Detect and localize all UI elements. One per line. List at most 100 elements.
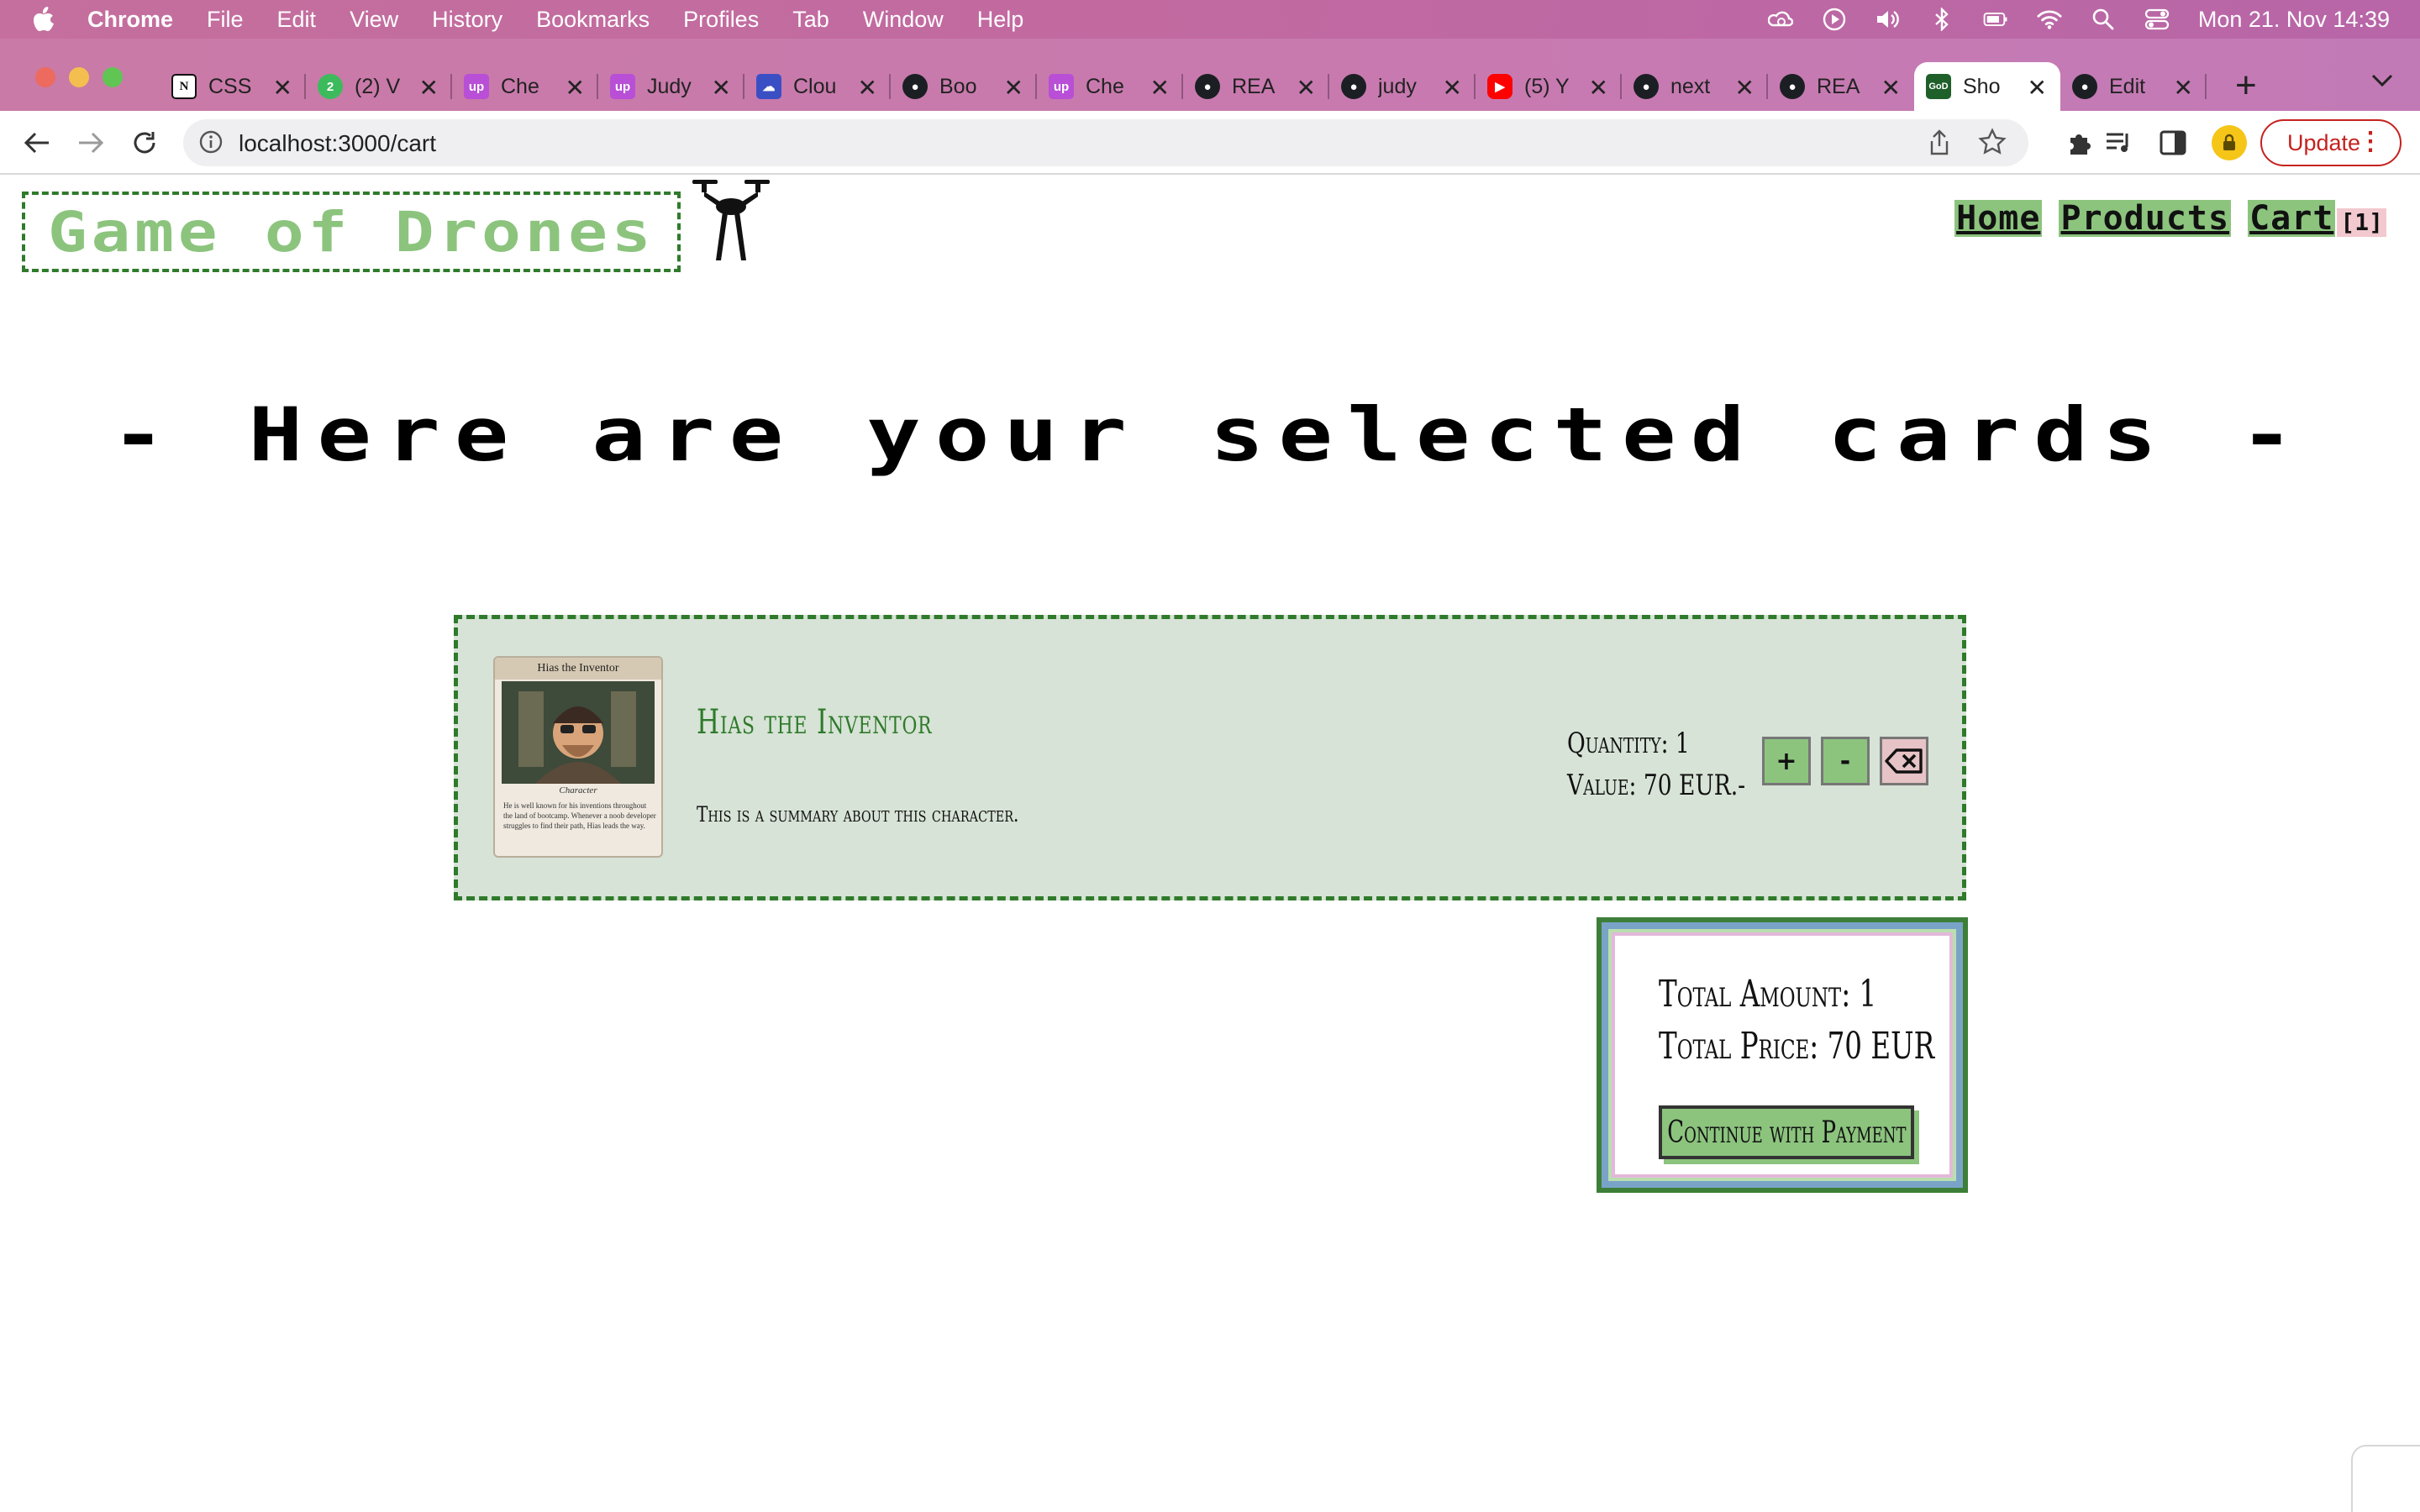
browser-tab[interactable]: up Judy ✕ (598, 62, 744, 111)
card-thumbnail-type: Character (559, 785, 597, 795)
new-tab-plus-icon[interactable]: + (2235, 67, 2257, 104)
page-title-text: - Here are your selected cards - (111, 391, 2309, 478)
side-panel-icon[interactable] (2158, 128, 2188, 158)
update-button-label: Update (2287, 129, 2361, 155)
status-area: Mon 21. Nov 14:39 (1739, 0, 2390, 39)
remove-item-button[interactable] (1880, 737, 1928, 785)
back-arrow-icon[interactable] (20, 126, 54, 160)
tab-close-icon[interactable]: ✕ (2174, 74, 2193, 102)
decrease-quantity-button[interactable]: - (1821, 737, 1870, 785)
cloud-icon: ☁ (756, 74, 781, 99)
menu-view[interactable]: View (350, 7, 398, 33)
tab-title: next (1670, 74, 1711, 98)
increase-quantity-button[interactable]: + (1762, 737, 1811, 785)
card-quantity: Quantity: 1 (1567, 727, 1690, 760)
menu-tab[interactable]: Tab (792, 7, 829, 33)
window-minimize-button[interactable] (69, 67, 89, 87)
menu-clock[interactable]: Mon 21. Nov 14:39 (2198, 7, 2390, 33)
menu-history[interactable]: History (432, 7, 502, 33)
nav-products-link[interactable]: Products (2059, 200, 2232, 237)
tab-close-icon[interactable]: ✕ (1735, 74, 1754, 102)
browser-tab[interactable]: ● Boo ✕ (891, 62, 1037, 111)
upwork-icon: up (464, 74, 489, 99)
browser-tab[interactable]: ● REA ✕ (1768, 62, 1914, 111)
browser-tab[interactable]: up Che ✕ (1037, 62, 1183, 111)
address-bar[interactable]: localhost:3000/cart (183, 119, 2028, 166)
tab-title: REA (1817, 74, 1860, 98)
tab-close-icon[interactable]: ✕ (1881, 74, 1901, 102)
browser-tab[interactable]: ● Edit ✕ (2060, 62, 2207, 111)
browser-toolbar: localhost:3000/cart Update ⋮ (0, 111, 2420, 175)
kebab-menu-icon[interactable]: ⋮ (2358, 129, 2383, 155)
tab-title: Che (501, 74, 539, 98)
cart-count-badge[interactable]: [1] (2337, 208, 2386, 237)
tab-close-icon[interactable]: ✕ (2028, 74, 2047, 102)
tab-close-icon[interactable]: ✕ (1004, 74, 1023, 102)
corner-widget[interactable] (2351, 1445, 2420, 1512)
browser-tab[interactable]: 2 (2) V ✕ (306, 62, 452, 111)
tab-close-icon[interactable]: ✕ (858, 74, 877, 102)
nav-cart-link[interactable]: Cart (2248, 200, 2336, 237)
window-close-button[interactable] (35, 67, 55, 87)
browser-tab[interactable]: ▶ (5) Y ✕ (1476, 62, 1622, 111)
browser-tab[interactable]: ● next ✕ (1622, 62, 1768, 111)
extensions-puzzle-icon[interactable] (2064, 128, 2094, 158)
site-info-icon[interactable] (198, 129, 225, 156)
tab-close-icon[interactable]: ✕ (712, 74, 731, 102)
menu-bookmarks[interactable]: Bookmarks (536, 7, 650, 33)
play-icon[interactable] (1822, 7, 1847, 32)
bluetooth-icon[interactable] (1929, 7, 1954, 32)
battery-icon[interactable] (1983, 7, 2008, 32)
menu-window[interactable]: Window (863, 7, 944, 33)
window-zoom-button[interactable] (103, 67, 123, 87)
spotlight-search-icon[interactable] (2091, 7, 2116, 32)
reload-icon[interactable] (128, 126, 161, 160)
browser-tab[interactable]: ☁ Clou ✕ (744, 62, 891, 111)
browser-tab-strip: N CSS ✕ 2 (2) V ✕ up Che ✕ up Judy ✕ ☁ C… (0, 39, 2420, 111)
update-button[interactable]: Update ⋮ (2260, 119, 2402, 166)
nav-home-link[interactable]: Home (1954, 200, 2043, 237)
bookmark-star-icon[interactable] (1978, 128, 2008, 158)
character-portrait-icon (502, 681, 655, 784)
browser-tab[interactable]: N CSS ✕ (160, 62, 306, 111)
tab-title: (5) Y (1524, 74, 1570, 98)
tab-close-icon[interactable]: ✕ (273, 74, 292, 102)
browser-tab[interactable]: ● judy ✕ (1329, 62, 1476, 111)
share-icon[interactable] (1928, 129, 1954, 156)
menu-help[interactable]: Help (977, 7, 1024, 33)
tab-close-icon[interactable]: ✕ (1443, 74, 1462, 102)
order-summary: Total Amount: 1 Total Price: 70 EUR Cont… (1597, 917, 1968, 1193)
browser-tab-active[interactable]: GoD Sho ✕ (1914, 62, 2060, 111)
forward-arrow-icon[interactable] (74, 126, 108, 160)
tab-close-icon[interactable]: ✕ (1589, 74, 1608, 102)
profile-avatar[interactable] (2212, 125, 2247, 160)
github-icon: ● (2072, 74, 2097, 99)
github-icon: ● (902, 74, 928, 99)
menu-edit[interactable]: Edit (277, 7, 317, 33)
card-thumbnail[interactable]: Hias the Inventor Character He is well k… (493, 656, 663, 858)
page-title: - Here are your selected cards - (0, 391, 2420, 478)
wifi-icon[interactable] (2037, 7, 2062, 32)
tab-close-icon[interactable]: ✕ (1150, 74, 1170, 102)
menu-app-chrome[interactable]: Chrome (87, 7, 173, 33)
url-text[interactable]: localhost:3000/cart (239, 130, 436, 157)
menu-profiles[interactable]: Profiles (683, 7, 759, 33)
site-logo[interactable]: Game of Drones (22, 192, 681, 272)
continue-payment-button[interactable]: Continue with Payment (1659, 1105, 1914, 1159)
tab-close-icon[interactable]: ✕ (1297, 74, 1316, 102)
tab-title: Clou (793, 74, 837, 98)
menu-file[interactable]: File (207, 7, 244, 33)
volume-icon[interactable] (1876, 7, 1901, 32)
control-center-icon[interactable] (2144, 7, 2170, 32)
card-name[interactable]: Hias the Inventor (697, 703, 932, 742)
site-nav: Home Products Cart [1] (1938, 200, 2386, 237)
browser-tab[interactable]: up Che ✕ (452, 62, 598, 111)
tab-close-icon[interactable]: ✕ (566, 74, 585, 102)
apple-menu-icon[interactable] (30, 6, 57, 33)
macos-menu-bar: Chrome File Edit View History Bookmarks … (0, 0, 2420, 39)
tab-search-chevron-icon[interactable] (2371, 74, 2393, 92)
browser-tab[interactable]: ● REA ✕ (1183, 62, 1329, 111)
tab-close-icon[interactable]: ✕ (419, 74, 439, 102)
media-queue-icon[interactable] (2104, 128, 2134, 158)
cloud-sync-icon[interactable] (1767, 7, 1793, 32)
